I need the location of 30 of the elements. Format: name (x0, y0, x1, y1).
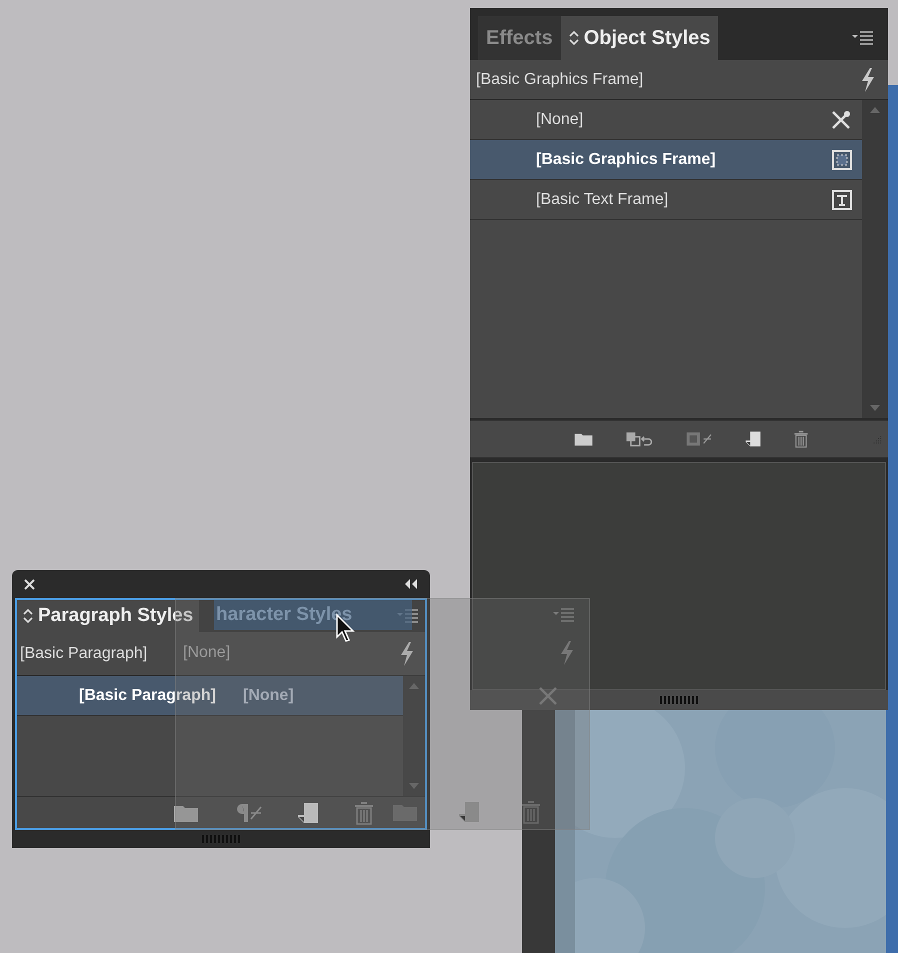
style-list-item[interactable]: [Basic Graphics Frame] (470, 140, 862, 180)
lightning-icon[interactable] (860, 66, 876, 92)
new-style-icon[interactable] (297, 802, 319, 824)
text-frame-icon (832, 190, 852, 210)
panel-tab[interactable]: Effects (478, 16, 561, 60)
ghost-new-style-icon[interactable] (458, 801, 480, 823)
graphics-frame-icon (832, 150, 852, 170)
drag-handle-icon[interactable] (201, 835, 241, 843)
drag-handle-icon[interactable] (659, 696, 699, 704)
style-list-item[interactable]: [Basic Text Frame] (470, 180, 862, 220)
panel-tab[interactable]: Paragraph Styles (17, 600, 200, 632)
current-style-label: [Basic Graphics Frame] (476, 70, 644, 90)
close-icon[interactable] (24, 578, 35, 590)
ghost-trash-icon[interactable] (520, 800, 542, 824)
panel-menu-icon[interactable] (852, 31, 874, 45)
scroll-down-arrow-icon[interactable] (869, 404, 881, 412)
scrollbar[interactable] (862, 100, 888, 418)
up-down-icon (23, 608, 33, 624)
panel-tab[interactable]: Object Styles (560, 16, 718, 60)
resize-grip-icon[interactable] (873, 433, 882, 445)
lightning-icon[interactable] (399, 640, 415, 666)
crossed-pencil-icon (830, 108, 852, 130)
current-style-label: [None] (183, 643, 230, 663)
trash-icon[interactable] (353, 800, 375, 824)
crossed-pencil-icon (537, 685, 559, 707)
up-down-icon (568, 30, 579, 46)
collapse-icon[interactable] (404, 579, 418, 589)
current-style-label: [Basic Paragraph] (20, 644, 148, 664)
style-list-item[interactable]: [Basic Paragraph] (79, 684, 216, 708)
scroll-up-arrow-icon[interactable] (869, 106, 881, 114)
